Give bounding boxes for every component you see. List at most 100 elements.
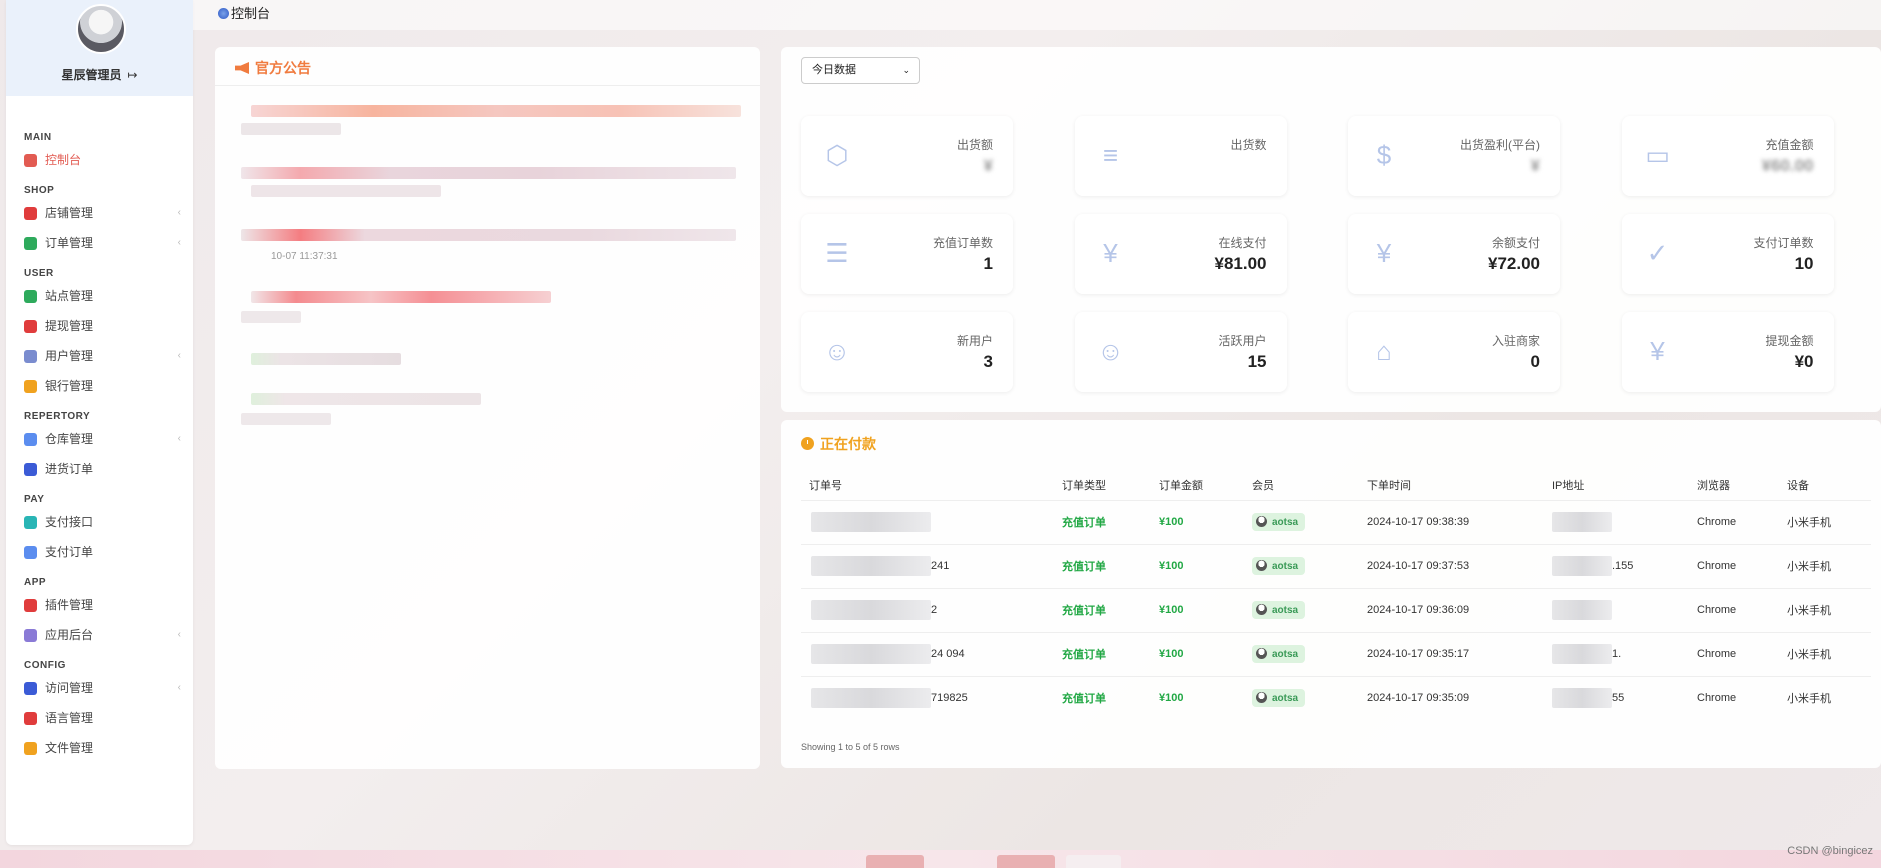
announcement-item[interactable]: 10-07 11:37:31: [241, 229, 741, 291]
doc-icon: ≡: [1102, 140, 1119, 170]
device: 小米手机: [1779, 675, 1871, 720]
table-row[interactable]: 24 094 充值订单 ¥100 aotsa 2024-10-17 09:35:17 1.…: [801, 631, 1871, 676]
sidebar-item[interactable]: 文件管理: [6, 733, 193, 763]
blurred-text: [241, 311, 301, 323]
member-badge[interactable]: aotsa: [1252, 645, 1306, 663]
member-name: aotsa: [1272, 517, 1299, 528]
stat-label: 余额支付: [1491, 236, 1540, 250]
sidebar-item-label: 订单管理: [45, 236, 94, 250]
device: 小米手机: [1779, 499, 1871, 544]
stat-card[interactable]: ¥ 在线支付 ¥81.00: [1074, 214, 1287, 294]
stat-card[interactable]: ☰ 充值订单数 1: [801, 214, 1013, 294]
stats-panel: 今日数据 ⌄ ⬡ 出货额 ¥ ≡ 出货数 $ 出货盈利(平台) ¥ ▭ 充值金额 ¥60.00 ☰ 充值订…: [781, 47, 1881, 412]
clock-icon: [801, 437, 814, 450]
withdraw-icon: [24, 319, 37, 333]
announcement-item[interactable]: [241, 393, 741, 433]
date-range-select[interactable]: 今日数据 ⌄: [801, 57, 920, 84]
watermark: CSDN @bingicez: [1787, 845, 1873, 857]
member-badge[interactable]: aotsa: [1252, 513, 1306, 531]
order-amount: ¥100: [1151, 675, 1244, 720]
stat-card[interactable]: ¥ 余额支付 ¥72.00: [1348, 214, 1560, 294]
order-no: 241: [931, 559, 950, 572]
nav-group-title: APP: [24, 577, 47, 588]
pagination-info: Showing 1 to 5 of 5 rows: [801, 742, 900, 752]
sidebar-item[interactable]: 应用后台 ‹: [6, 620, 193, 650]
announcement-item[interactable]: [241, 167, 741, 229]
taskbar-button[interactable]: [866, 855, 924, 868]
sidebar-item-label: 控制台: [45, 153, 82, 167]
sidebar-item[interactable]: 插件管理: [6, 590, 193, 620]
stat-card[interactable]: $ 出货盈利(平台) ¥: [1348, 116, 1560, 196]
payments-title-text: 正在付款: [820, 436, 876, 452]
sidebar-item[interactable]: 用户管理 ‹: [6, 341, 193, 371]
order-time: 2024-10-17 09:37:53: [1359, 543, 1544, 588]
ip-address: 55: [1612, 692, 1625, 705]
profile-name[interactable]: 星辰管理员 ↦: [6, 66, 193, 83]
announcement-item[interactable]: [241, 353, 741, 393]
table-row[interactable]: 719825 充值订单 ¥100 aotsa 2024-10-17 09:35:09 55…: [801, 675, 1871, 720]
sidebar-item[interactable]: 支付订单: [6, 537, 193, 567]
stat-card[interactable]: ▭ 充值金额 ¥60.00: [1621, 116, 1834, 196]
member-avatar-icon: [1256, 648, 1267, 659]
announcement-date: 10-07 11:37:31: [271, 251, 338, 262]
sidebar-item[interactable]: 提现管理: [6, 311, 193, 341]
date-range-value: 今日数据: [812, 64, 856, 76]
sidebar-item[interactable]: 仓库管理 ‹: [6, 424, 193, 454]
masked-region: [1552, 556, 1612, 576]
order-time: 2024-10-17 09:35:09: [1359, 675, 1544, 720]
sidebar-item[interactable]: 访问管理 ‹: [6, 673, 193, 703]
stat-card[interactable]: ⌂ 入驻商家 0: [1348, 312, 1560, 392]
announcement-list: 10-07 11:37:31: [241, 105, 741, 433]
stat-card[interactable]: ≡ 出货数: [1074, 116, 1287, 196]
table-row[interactable]: 2 充值订单 ¥100 aotsa 2024-10-17 09:36:09 Chrome 小…: [801, 587, 1871, 632]
logout-icon[interactable]: ↦: [127, 68, 137, 82]
stat-value: ¥: [1530, 156, 1540, 175]
stat-value: 1: [983, 254, 993, 273]
stat-card[interactable]: ☺ 活跃用户 15: [1074, 312, 1287, 392]
merchant-icon: ⌂: [1376, 336, 1392, 366]
card-icon: ▭: [1645, 140, 1670, 170]
chevron-left-icon: ‹: [177, 629, 181, 640]
sidebar-item[interactable]: 银行管理: [6, 371, 193, 401]
sidebar-item[interactable]: 控制台: [6, 145, 193, 175]
blurred-text: [251, 291, 551, 303]
taskbar-button[interactable]: [1066, 855, 1121, 868]
stat-card[interactable]: ¥ 提现金额 ¥0: [1621, 312, 1834, 392]
member-badge[interactable]: aotsa: [1252, 557, 1306, 575]
payments-title: 正在付款: [801, 434, 876, 454]
stat-card[interactable]: ✓ 支付订单数 10: [1621, 214, 1834, 294]
sidebar-item[interactable]: 支付接口: [6, 507, 193, 537]
member-name: aotsa: [1272, 605, 1299, 616]
order-time: 2024-10-17 09:38:39: [1359, 499, 1544, 544]
ip-address: 1.: [1612, 647, 1622, 660]
sidebar-item-label: 站点管理: [45, 289, 94, 303]
stat-card[interactable]: ☺ 新用户 3: [801, 312, 1013, 392]
stat-label: 充值金额: [1765, 138, 1814, 152]
announcement-item[interactable]: [241, 105, 741, 167]
table-row[interactable]: 充值订单 ¥100 aotsa 2024-10-17 09:38:39 Chrome 小米…: [801, 499, 1871, 544]
member-cell: aotsa: [1244, 543, 1359, 588]
order-type: 充值订单: [1054, 543, 1151, 588]
sidebar-item[interactable]: 语言管理: [6, 703, 193, 733]
sidebar-item[interactable]: 订单管理 ‹: [6, 228, 193, 258]
sidebar-item[interactable]: 进货订单: [6, 454, 193, 484]
member-badge[interactable]: aotsa: [1252, 689, 1306, 708]
member-badge[interactable]: aotsa: [1252, 601, 1306, 619]
sidebar-item[interactable]: 站点管理: [6, 281, 193, 311]
avatar[interactable]: [76, 4, 126, 54]
announcement-item[interactable]: [241, 291, 741, 353]
nav-group-title: USER: [24, 268, 54, 279]
browser: Chrome: [1689, 675, 1779, 720]
announcement-panel: 官方公告 10-07 11:37:31: [215, 47, 760, 769]
plugin-icon: [24, 598, 37, 612]
masked-region: [1552, 688, 1612, 709]
table-row[interactable]: 241 充值订单 ¥100 aotsa 2024-10-17 09:37:53 .155 C…: [801, 543, 1871, 588]
sidebar-item-label: 文件管理: [45, 741, 94, 755]
taskbar-button[interactable]: [997, 855, 1055, 868]
order-no-cell: 719825: [801, 675, 1054, 720]
sidebar-item[interactable]: 店铺管理 ‹: [6, 198, 193, 228]
breadcrumb[interactable]: 控制台: [218, 3, 270, 22]
bank-icon: [24, 379, 37, 393]
stat-card[interactable]: ⬡ 出货额 ¥: [801, 116, 1013, 196]
active-user-icon: ☺: [1097, 336, 1124, 366]
